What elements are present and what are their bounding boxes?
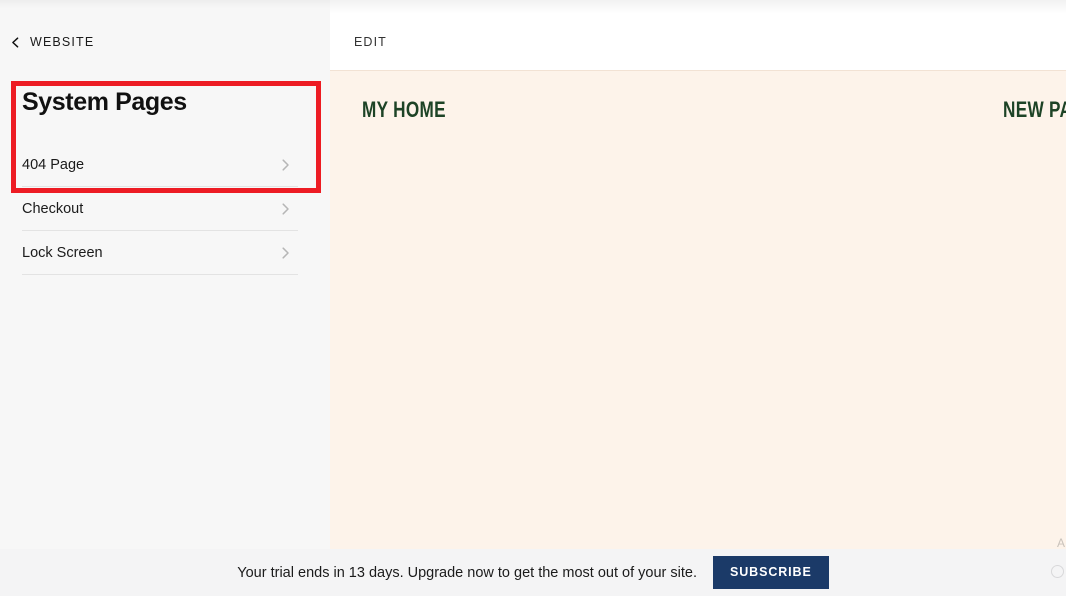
site-preview-canvas[interactable]: MY HOME NEW PA bbox=[330, 70, 1066, 549]
chevron-right-icon bbox=[281, 202, 291, 216]
main-panel: EDIT MY HOME NEW PA bbox=[330, 0, 1066, 549]
canvas-top-border bbox=[330, 70, 1066, 71]
app-root: WEBSITE System Pages 404 Page Checkout L… bbox=[0, 0, 1066, 596]
sidebar-top-shadow bbox=[0, 0, 330, 8]
list-item-404-page[interactable]: 404 Page bbox=[22, 143, 298, 187]
chevron-right-icon bbox=[281, 158, 291, 172]
tab-edit[interactable]: EDIT bbox=[354, 35, 387, 49]
preview-toolbar: EDIT bbox=[330, 0, 1066, 70]
trial-banner: Your trial ends in 13 days. Upgrade now … bbox=[0, 549, 1066, 596]
list-item-label: Lock Screen bbox=[22, 244, 103, 261]
sidebar-panel: WEBSITE System Pages 404 Page Checkout L… bbox=[0, 0, 330, 549]
site-nav-item-text[interactable]: NEW PA bbox=[1003, 97, 1066, 123]
cut-off-edge-glyph: A bbox=[1057, 536, 1066, 550]
trial-message: Your trial ends in 13 days. Upgrade now … bbox=[237, 564, 697, 581]
site-logo-text[interactable]: MY HOME bbox=[362, 97, 446, 123]
subscribe-button[interactable]: SUBSCRIBE bbox=[712, 556, 829, 589]
list-item-checkout[interactable]: Checkout bbox=[22, 187, 298, 231]
back-nav-label: WEBSITE bbox=[30, 35, 95, 49]
system-pages-list: 404 Page Checkout Lock Screen bbox=[22, 143, 298, 275]
page-title: System Pages bbox=[22, 88, 187, 116]
circle-icon[interactable] bbox=[1051, 565, 1064, 578]
chevron-right-icon bbox=[281, 246, 291, 260]
list-item-lock-screen[interactable]: Lock Screen bbox=[22, 231, 298, 275]
chevron-left-icon bbox=[10, 36, 21, 48]
trial-banner-content: Your trial ends in 13 days. Upgrade now … bbox=[0, 549, 1066, 596]
list-item-label: 404 Page bbox=[22, 156, 85, 173]
list-item-label: Checkout bbox=[22, 200, 84, 217]
back-to-website-button[interactable]: WEBSITE bbox=[10, 31, 94, 53]
